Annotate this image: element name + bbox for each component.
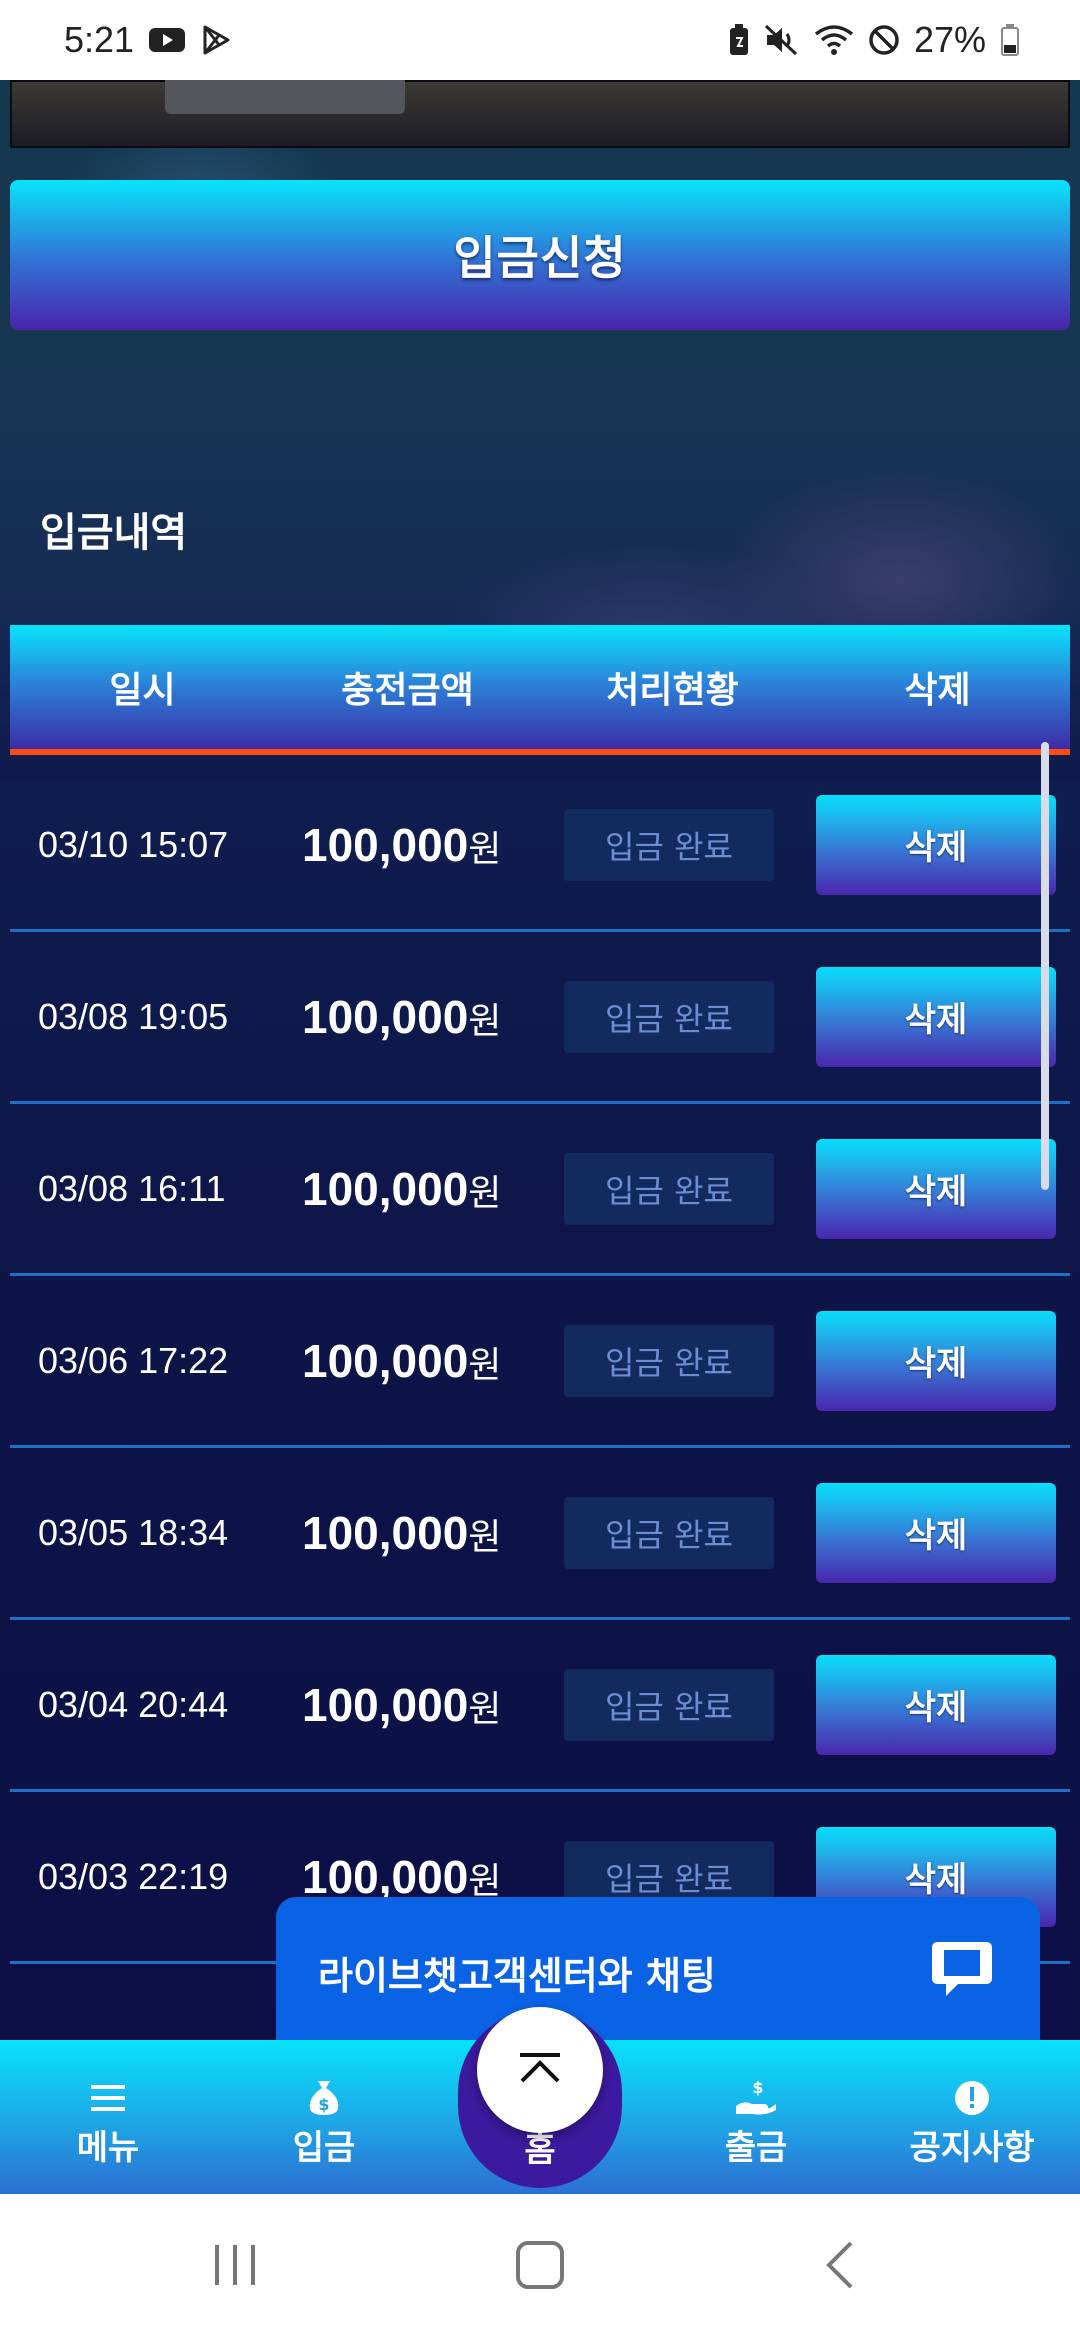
play-store-icon [200, 24, 232, 56]
row-status: 입금 완료 [564, 1152, 774, 1225]
row-amount: 100,000원 [302, 990, 502, 1043]
nav-deposit-label: 입금 [292, 2128, 356, 2168]
row-amount: 100,000원 [302, 1850, 502, 1903]
row-date: 03/05 18:34 [38, 1511, 229, 1553]
header-status: 처리현황 [606, 670, 739, 711]
battery-icon [1000, 23, 1020, 57]
home-square-icon [515, 2240, 565, 2294]
battery-saver-icon [728, 23, 750, 57]
nav-menu[interactable]: 메뉴 [33, 2078, 183, 2169]
row-amount: 100,000원 [302, 1162, 502, 1215]
clock: 5:21 [64, 19, 135, 60]
table-row: 03/10 15:07 100,000원 입금 완료 삭제 [10, 760, 1070, 932]
deposit-history-list: 03/10 15:07 100,000원 입금 완료 삭제 03/08 19:0… [10, 760, 1070, 1964]
table-row: 03/04 20:44 100,000원 입금 완료 삭제 [10, 1620, 1070, 1792]
nav-notice[interactable]: 공지사항 [897, 2078, 1047, 2169]
table-row: 03/08 19:05 100,000원 입금 완료 삭제 [10, 932, 1070, 1104]
row-date: 03/10 15:07 [38, 823, 229, 865]
delete-button[interactable]: 삭제 [816, 966, 1056, 1067]
row-date: 03/08 19:05 [38, 995, 229, 1037]
section-title: 입금내역 [40, 510, 188, 556]
row-status: 입금 완료 [564, 980, 774, 1053]
back-system-button[interactable] [810, 2194, 870, 2340]
status-bar: 5:21 27% [0, 0, 1080, 80]
row-amount: 100,000원 [302, 1506, 502, 1559]
row-status: 입금 완료 [564, 1668, 774, 1741]
row-date: 03/08 16:11 [38, 1167, 226, 1209]
nav-deposit[interactable]: $ 입금 [249, 2078, 399, 2169]
info-icon [953, 2078, 991, 2118]
header-delete: 삭제 [904, 670, 971, 711]
dnd-icon [868, 24, 900, 56]
row-status: 입금 완료 [564, 1496, 774, 1569]
scroll-top-button[interactable] [477, 2007, 603, 2133]
hand-coin-icon: $ [734, 2078, 778, 2118]
scrollbar[interactable] [1041, 742, 1049, 1190]
live-chat-label: 라이브챗고객센터와 채팅 [318, 1953, 716, 1998]
live-chat-banner[interactable]: 라이브챗고객센터와 채팅 [276, 1897, 1040, 2047]
header-datetime: 일시 [109, 670, 176, 711]
svg-text:$: $ [752, 2078, 763, 2097]
battery-percent: 27% [913, 19, 986, 60]
recent-apps-button[interactable] [200, 2194, 270, 2340]
home-system-button[interactable] [500, 2194, 580, 2340]
wifi-icon [814, 24, 854, 56]
row-amount: 100,000원 [302, 1334, 502, 1387]
delete-button[interactable]: 삭제 [816, 1482, 1056, 1583]
menu-icon [91, 2078, 125, 2118]
youtube-icon [148, 26, 186, 54]
row-amount: 100,000원 [302, 1678, 502, 1731]
table-row: 03/08 16:11 100,000원 입금 완료 삭제 [10, 1104, 1070, 1276]
row-status: 입금 완료 [564, 1324, 774, 1397]
nav-menu-label: 메뉴 [76, 2128, 140, 2168]
delete-button[interactable]: 삭제 [816, 1138, 1056, 1239]
deposit-request-button[interactable]: 입금신청 [10, 180, 1070, 330]
delete-button[interactable]: 삭제 [816, 794, 1056, 895]
row-amount: 100,000원 [302, 818, 502, 871]
nav-withdraw[interactable]: $ 출금 [681, 2078, 831, 2169]
row-date: 03/04 20:44 [38, 1683, 229, 1725]
system-nav-bar [0, 2194, 1080, 2340]
chevron-up-icon [516, 2051, 564, 2089]
money-bag-icon: $ [304, 2078, 344, 2118]
chat-bubble-icon [928, 1938, 996, 2006]
mute-icon [764, 24, 800, 56]
table-header: 일시 충전금액 처리현황 삭제 [10, 625, 1070, 755]
delete-button[interactable]: 삭제 [816, 1654, 1056, 1755]
svg-text:$: $ [318, 2095, 329, 2114]
header-amount: 충전금액 [341, 670, 474, 711]
table-row: 03/05 18:34 100,000원 입금 완료 삭제 [10, 1448, 1070, 1620]
recent-apps-icon [211, 2241, 259, 2293]
table-row: 03/06 17:22 100,000원 입금 완료 삭제 [10, 1276, 1070, 1448]
nav-withdraw-label: 출금 [724, 2128, 788, 2168]
top-banner-tab [165, 80, 405, 114]
row-date: 03/06 17:22 [38, 1339, 229, 1381]
back-arrow-icon [823, 2239, 857, 2295]
row-date: 03/03 22:19 [38, 1855, 229, 1897]
delete-button[interactable]: 삭제 [816, 1310, 1056, 1411]
nav-notice-label: 공지사항 [909, 2128, 1035, 2168]
row-status: 입금 완료 [564, 808, 774, 881]
